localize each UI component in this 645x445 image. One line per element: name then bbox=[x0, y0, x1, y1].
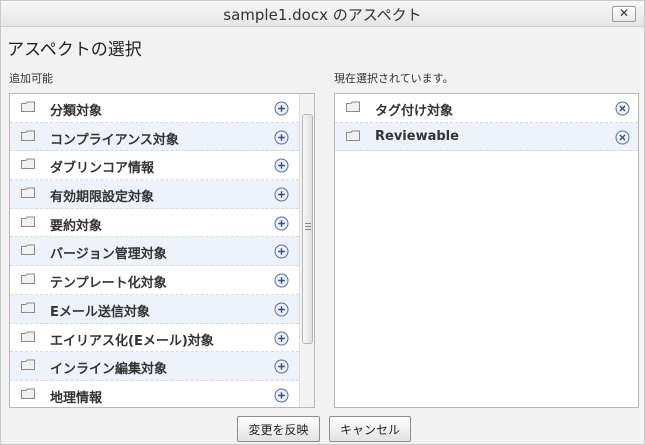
add-icon[interactable] bbox=[274, 101, 289, 116]
folder-icon bbox=[346, 130, 360, 141]
list-item: 分類対象 bbox=[10, 94, 314, 123]
add-icon[interactable] bbox=[274, 244, 289, 259]
list-item-label: インライン編集対象 bbox=[50, 362, 168, 378]
folder-icon bbox=[21, 359, 35, 371]
scroll-thumb[interactable] bbox=[302, 114, 313, 344]
list-item-label: 要約対象 bbox=[50, 218, 103, 234]
add-icon[interactable] bbox=[274, 359, 289, 374]
selected-label: 現在選択されています。 bbox=[334, 72, 454, 85]
folder-icon bbox=[21, 273, 35, 285]
page-title: アスペクトの選択 bbox=[7, 40, 142, 60]
folder-icon bbox=[21, 244, 35, 256]
remove-icon[interactable] bbox=[615, 101, 630, 116]
window-title: sample1.docx のアスペクト bbox=[223, 6, 422, 24]
folder-icon bbox=[21, 388, 35, 399]
selected-list: タグ付け対象 Reviewable bbox=[334, 93, 639, 408]
add-icon[interactable] bbox=[274, 273, 289, 288]
list-item: コンプライアンス対象 bbox=[10, 122, 314, 152]
list-item-label: テンプレート化対象 bbox=[50, 276, 167, 292]
folder-icon bbox=[346, 101, 360, 112]
list-item-label: 分類対象 bbox=[50, 104, 103, 119]
folder-icon bbox=[21, 158, 35, 170]
add-icon[interactable] bbox=[274, 216, 289, 231]
folder-icon bbox=[21, 216, 35, 227]
list-item: Eメール送信対象 bbox=[10, 294, 314, 324]
list-item-label: タグ付け対象 bbox=[375, 104, 454, 119]
list-item: バージョン管理対象 bbox=[10, 237, 314, 267]
list-item-label: Eメール送信対象 bbox=[50, 304, 150, 320]
title-bar: sample1.docx のアスペクト ✕ bbox=[1, 1, 644, 27]
available-list: 分類対象 コンプライアンス対象 ダブリンコア情報 有効期限設定対象 要約対象 バ… bbox=[9, 93, 315, 408]
cancel-button[interactable]: キャンセル bbox=[329, 416, 411, 442]
list-item-label: Reviewable bbox=[375, 128, 459, 144]
add-icon[interactable] bbox=[274, 130, 289, 145]
folder-icon bbox=[21, 101, 35, 112]
list-item-label: エイリアス化(Eメール)対象 bbox=[50, 333, 214, 349]
list-item-label: 有効期限設定対象 bbox=[50, 190, 155, 206]
grip-line bbox=[305, 229, 311, 230]
list-item: 要約対象 bbox=[10, 209, 314, 238]
list-item-label: バージョン管理対象 bbox=[50, 247, 167, 263]
aspect-dialog: sample1.docx のアスペクト ✕ アスペクトの選択 追加可能 現在選択… bbox=[0, 0, 645, 445]
folder-icon bbox=[21, 331, 35, 342]
folder-icon bbox=[21, 130, 35, 141]
list-item: Reviewable bbox=[335, 122, 638, 152]
list-item: ダブリンコア情報 bbox=[10, 151, 314, 181]
available-label: 追加可能 bbox=[9, 72, 53, 85]
list-item: 地理情報 bbox=[10, 381, 314, 407]
add-icon[interactable] bbox=[274, 388, 289, 403]
remove-icon[interactable] bbox=[615, 130, 630, 145]
folder-icon bbox=[21, 302, 35, 313]
apply-changes-button[interactable]: 変更を反映 bbox=[237, 416, 320, 442]
list-item-label: 地理情報 bbox=[50, 390, 103, 406]
list-item: エイリアス化(Eメール)対象 bbox=[10, 324, 314, 353]
list-item: 有効期限設定対象 bbox=[10, 180, 314, 209]
add-icon[interactable] bbox=[274, 158, 289, 173]
grip-line bbox=[305, 226, 311, 227]
close-button[interactable]: ✕ bbox=[612, 6, 636, 22]
folder-icon bbox=[21, 187, 35, 199]
list-item: インライン編集対象 bbox=[10, 352, 314, 381]
list-item-label: ダブリンコア情報 bbox=[50, 161, 155, 177]
grip-line bbox=[305, 223, 311, 224]
add-icon[interactable] bbox=[274, 331, 289, 346]
list-item-label: コンプライアンス対象 bbox=[50, 132, 179, 148]
list-item: タグ付け対象 bbox=[335, 94, 638, 123]
list-item: テンプレート化対象 bbox=[10, 266, 314, 295]
available-list-scrollbar[interactable] bbox=[299, 94, 314, 407]
add-icon[interactable] bbox=[274, 302, 289, 317]
add-icon[interactable] bbox=[274, 187, 289, 202]
